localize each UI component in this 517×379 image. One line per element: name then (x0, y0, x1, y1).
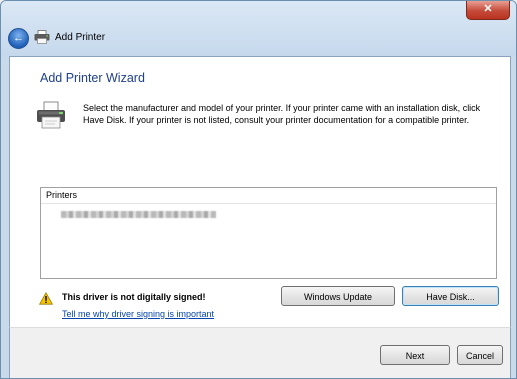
printer-icon (37, 101, 65, 129)
close-button[interactable]: ✕ (466, 1, 510, 20)
wizard-content: Add Printer Wizard Select the manufactur… (9, 56, 511, 328)
cancel-button[interactable]: Cancel (457, 345, 503, 365)
window-title: Add Printer (55, 32, 106, 43)
windows-update-button[interactable]: Windows Update (281, 286, 395, 306)
warning-icon (39, 292, 53, 305)
wizard-description: Select the manufacturer and model of you… (83, 103, 481, 125)
driver-signing-link[interactable]: Tell me why driver signing is important (62, 309, 214, 319)
have-disk-button[interactable]: Have Disk... (402, 286, 499, 306)
add-printer-window: ✕ ← Add Printer Add Printer Wizard Selec… (0, 0, 517, 379)
printer-icon (34, 30, 50, 44)
wizard-footer: Next Cancel (9, 327, 511, 378)
next-button[interactable]: Next (380, 345, 450, 365)
unsigned-driver-warning: This driver is not digitally signed! (62, 292, 206, 302)
back-arrow-icon[interactable]: ← (8, 28, 29, 49)
printer-list-item-redacted[interactable] (61, 211, 216, 218)
printers-list-header: Printers (41, 188, 496, 204)
wizard-title: Add Printer Wizard (40, 71, 145, 85)
title-bar: ✕ ← Add Printer (1, 1, 516, 57)
printers-list[interactable]: Printers (40, 187, 497, 279)
